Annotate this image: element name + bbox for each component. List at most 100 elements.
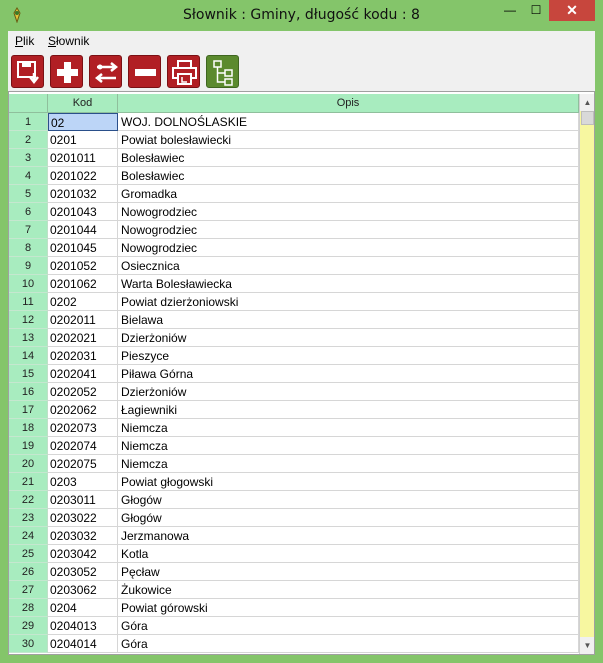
close-button[interactable]: ✕ bbox=[549, 0, 595, 21]
kod-cell[interactable]: 0202 bbox=[48, 293, 118, 311]
row-number-cell[interactable]: 5 bbox=[9, 185, 48, 203]
kod-cell[interactable]: 0204013 bbox=[48, 617, 118, 635]
opis-cell[interactable]: Niemcza bbox=[118, 437, 579, 455]
kod-cell[interactable]: 0202052 bbox=[48, 383, 118, 401]
table-row[interactable]: 29 0204013 Góra bbox=[9, 617, 579, 635]
opis-cell[interactable]: Łagiewniki bbox=[118, 401, 579, 419]
row-number-cell[interactable]: 1 bbox=[9, 113, 48, 131]
row-number-cell[interactable]: 17 bbox=[9, 401, 48, 419]
minimize-button[interactable]: — bbox=[497, 0, 523, 21]
opis-cell[interactable]: Niemcza bbox=[118, 455, 579, 473]
table-row[interactable]: 19 0202074 Niemcza bbox=[9, 437, 579, 455]
delete-button[interactable] bbox=[128, 55, 161, 88]
opis-cell[interactable]: Dzierżoniów bbox=[118, 329, 579, 347]
save-button[interactable] bbox=[11, 55, 44, 88]
kod-cell[interactable]: 0202031 bbox=[48, 347, 118, 365]
row-number-cell[interactable]: 2 bbox=[9, 131, 48, 149]
row-number-cell[interactable]: 14 bbox=[9, 347, 48, 365]
row-number-cell[interactable]: 3 bbox=[9, 149, 48, 167]
kod-cell[interactable]: 0202075 bbox=[48, 455, 118, 473]
table-row[interactable]: 23 0203022 Głogów bbox=[9, 509, 579, 527]
kod-cell[interactable]: 0202073 bbox=[48, 419, 118, 437]
kod-cell[interactable]: 0204 bbox=[48, 599, 118, 617]
kod-cell[interactable]: 0201052 bbox=[48, 257, 118, 275]
row-number-cell[interactable]: 13 bbox=[9, 329, 48, 347]
opis-cell[interactable]: Bolesławiec bbox=[118, 149, 579, 167]
opis-cell[interactable]: Gromadka bbox=[118, 185, 579, 203]
row-number-cell[interactable]: 6 bbox=[9, 203, 48, 221]
table-row[interactable]: 30 0204014 Góra bbox=[9, 635, 579, 653]
row-number-cell[interactable]: 7 bbox=[9, 221, 48, 239]
opis-cell[interactable]: Powiat bolesławiecki bbox=[118, 131, 579, 149]
kod-cell[interactable]: 0202021 bbox=[48, 329, 118, 347]
row-number-cell[interactable]: 9 bbox=[9, 257, 48, 275]
table-row[interactable]: 17 0202062 Łagiewniki bbox=[9, 401, 579, 419]
row-number-cell[interactable]: 27 bbox=[9, 581, 48, 599]
row-number-cell[interactable]: 21 bbox=[9, 473, 48, 491]
table-row[interactable]: 10 0201062 Warta Bolesławiecka bbox=[9, 275, 579, 293]
kod-cell[interactable]: 0203032 bbox=[48, 527, 118, 545]
menu-plik[interactable]: Plik bbox=[15, 34, 34, 48]
opis-cell[interactable]: Nowogrodziec bbox=[118, 221, 579, 239]
opis-cell[interactable]: Góra bbox=[118, 617, 579, 635]
row-number-cell[interactable]: 16 bbox=[9, 383, 48, 401]
row-number-cell[interactable]: 10 bbox=[9, 275, 48, 293]
kod-cell[interactable]: 0201062 bbox=[48, 275, 118, 293]
opis-column-header[interactable]: Opis bbox=[118, 94, 579, 113]
opis-cell[interactable]: Powiat głogowski bbox=[118, 473, 579, 491]
table-row[interactable]: 7 0201044 Nowogrodziec bbox=[9, 221, 579, 239]
table-row[interactable]: 2 0201 Powiat bolesławiecki bbox=[9, 131, 579, 149]
table-row[interactable]: 11 0202 Powiat dzierżoniowski bbox=[9, 293, 579, 311]
table-row[interactable]: 3 0201011 Bolesławiec bbox=[9, 149, 579, 167]
table-row[interactable]: 22 0203011 Głogów bbox=[9, 491, 579, 509]
row-number-cell[interactable]: 11 bbox=[9, 293, 48, 311]
kod-cell[interactable]: 0201 bbox=[48, 131, 118, 149]
kod-cell[interactable]: 0203052 bbox=[48, 563, 118, 581]
opis-cell[interactable]: Jerzmanowa bbox=[118, 527, 579, 545]
table-row[interactable]: 28 0204 Powiat górowski bbox=[9, 599, 579, 617]
tree-view-button[interactable] bbox=[206, 55, 239, 88]
kod-cell[interactable]: 0203 bbox=[48, 473, 118, 491]
add-button[interactable] bbox=[50, 55, 83, 88]
kod-cell[interactable]: 0202041 bbox=[48, 365, 118, 383]
scroll-thumb[interactable] bbox=[581, 111, 594, 125]
scroll-down-icon[interactable]: ▼ bbox=[580, 637, 594, 654]
table-row[interactable]: 6 0201043 Nowogrodziec bbox=[9, 203, 579, 221]
scroll-up-icon[interactable]: ▲ bbox=[580, 94, 594, 111]
row-number-cell[interactable]: 23 bbox=[9, 509, 48, 527]
kod-cell[interactable]: 0201032 bbox=[48, 185, 118, 203]
table-row[interactable]: 25 0203042 Kotla bbox=[9, 545, 579, 563]
kod-cell[interactable]: 02 bbox=[48, 113, 118, 131]
opis-cell[interactable]: Dzierżoniów bbox=[118, 383, 579, 401]
table-row[interactable]: 18 0202073 Niemcza bbox=[9, 419, 579, 437]
table-row[interactable]: 13 0202021 Dzierżoniów bbox=[9, 329, 579, 347]
table-row[interactable]: 26 0203052 Pęcław bbox=[9, 563, 579, 581]
row-number-cell[interactable]: 19 bbox=[9, 437, 48, 455]
row-number-cell[interactable]: 26 bbox=[9, 563, 48, 581]
maximize-button[interactable]: ☐ bbox=[523, 0, 549, 21]
kod-cell[interactable]: 0203042 bbox=[48, 545, 118, 563]
table-row[interactable]: 20 0202075 Niemcza bbox=[9, 455, 579, 473]
row-number-cell[interactable]: 29 bbox=[9, 617, 48, 635]
kod-cell[interactable]: 0201043 bbox=[48, 203, 118, 221]
opis-cell[interactable]: Piława Górna bbox=[118, 365, 579, 383]
table-row[interactable]: 4 0201022 Bolesławiec bbox=[9, 167, 579, 185]
opis-cell[interactable]: Niemcza bbox=[118, 419, 579, 437]
row-number-cell[interactable]: 22 bbox=[9, 491, 48, 509]
vertical-scrollbar[interactable]: ▲ ▼ bbox=[579, 94, 594, 654]
swap-button[interactable] bbox=[89, 55, 122, 88]
opis-cell[interactable]: Kotla bbox=[118, 545, 579, 563]
row-number-cell[interactable]: 4 bbox=[9, 167, 48, 185]
opis-cell[interactable]: Osiecznica bbox=[118, 257, 579, 275]
scroll-track[interactable] bbox=[580, 111, 594, 637]
row-number-header[interactable] bbox=[9, 94, 48, 113]
table-row[interactable]: 12 0202011 Bielawa bbox=[9, 311, 579, 329]
kod-cell[interactable]: 0204014 bbox=[48, 635, 118, 653]
table-row[interactable]: 14 0202031 Pieszyce bbox=[9, 347, 579, 365]
opis-cell[interactable]: Pęcław bbox=[118, 563, 579, 581]
opis-cell[interactable]: Głogów bbox=[118, 491, 579, 509]
opis-cell[interactable]: Góra bbox=[118, 635, 579, 653]
row-number-cell[interactable]: 30 bbox=[9, 635, 48, 653]
row-number-cell[interactable]: 25 bbox=[9, 545, 48, 563]
menu-slownik[interactable]: Słownik bbox=[48, 34, 89, 48]
